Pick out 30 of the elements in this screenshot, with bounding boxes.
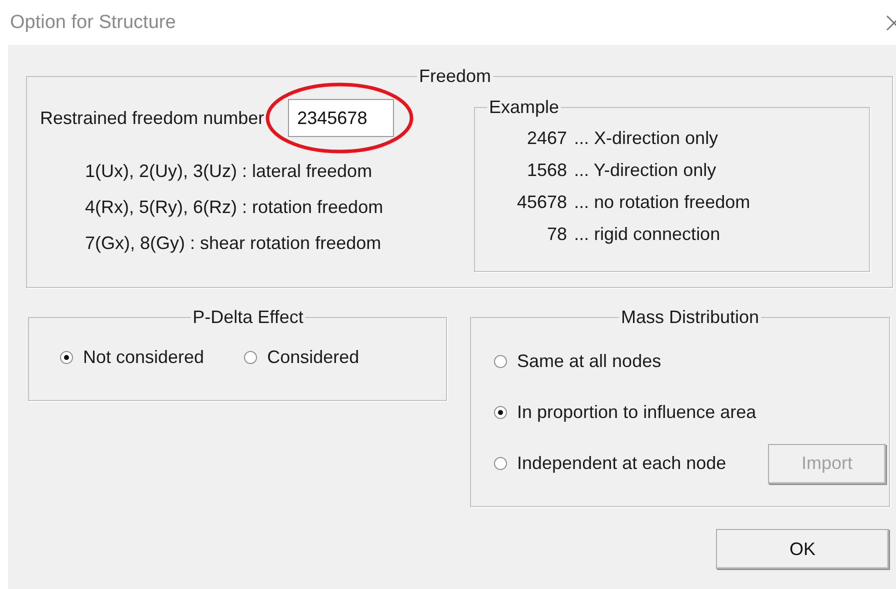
ok-button[interactable]: OK (716, 529, 889, 569)
group-title: Freedom (418, 65, 492, 87)
example-code: 1568 (526, 159, 567, 182)
close-icon[interactable] (886, 14, 896, 30)
radio-option[interactable]: In proportion to influence area (494, 402, 756, 423)
example-code: 78 (546, 223, 567, 246)
example-description: ... Y-direction only (574, 159, 718, 182)
note-text: 1(Ux), 2(Uy), 3(Uz) : lateral freedom (85, 160, 374, 183)
example-description: ... no rotation freedom (574, 191, 752, 214)
radio-option[interactable]: Independent at each node (494, 453, 726, 474)
radio-icon[interactable] (494, 406, 507, 419)
input-field[interactable]: 2345678 (288, 99, 394, 137)
radio-option[interactable]: Not considered (60, 347, 204, 368)
note-text: 7(Gx), 8(Gy) : shear rotation freedom (85, 232, 382, 255)
group-title: P-Delta Effect (192, 306, 304, 328)
example-code: 2467 (526, 127, 567, 150)
radio-icon[interactable] (494, 457, 507, 470)
field-label: Restrained freedom number (40, 108, 264, 128)
group-title: Mass Distribution (620, 306, 760, 328)
group-title: Example (488, 96, 560, 118)
note-text: 4(Rx), 5(Ry), 6(Rz) : rotation freedom (85, 196, 384, 219)
radio-icon[interactable] (244, 351, 258, 364)
radio-option[interactable]: Same at all nodes (494, 351, 662, 372)
window-title: Option for Structure (10, 12, 176, 34)
example-description: ... X-direction only (574, 127, 720, 150)
example-description: ... rigid connection (574, 223, 722, 246)
radio-icon[interactable] (60, 351, 73, 364)
radio-option[interactable]: Considered (244, 347, 360, 368)
radio-icon[interactable] (494, 355, 507, 368)
example-code: 45678 (516, 191, 567, 214)
